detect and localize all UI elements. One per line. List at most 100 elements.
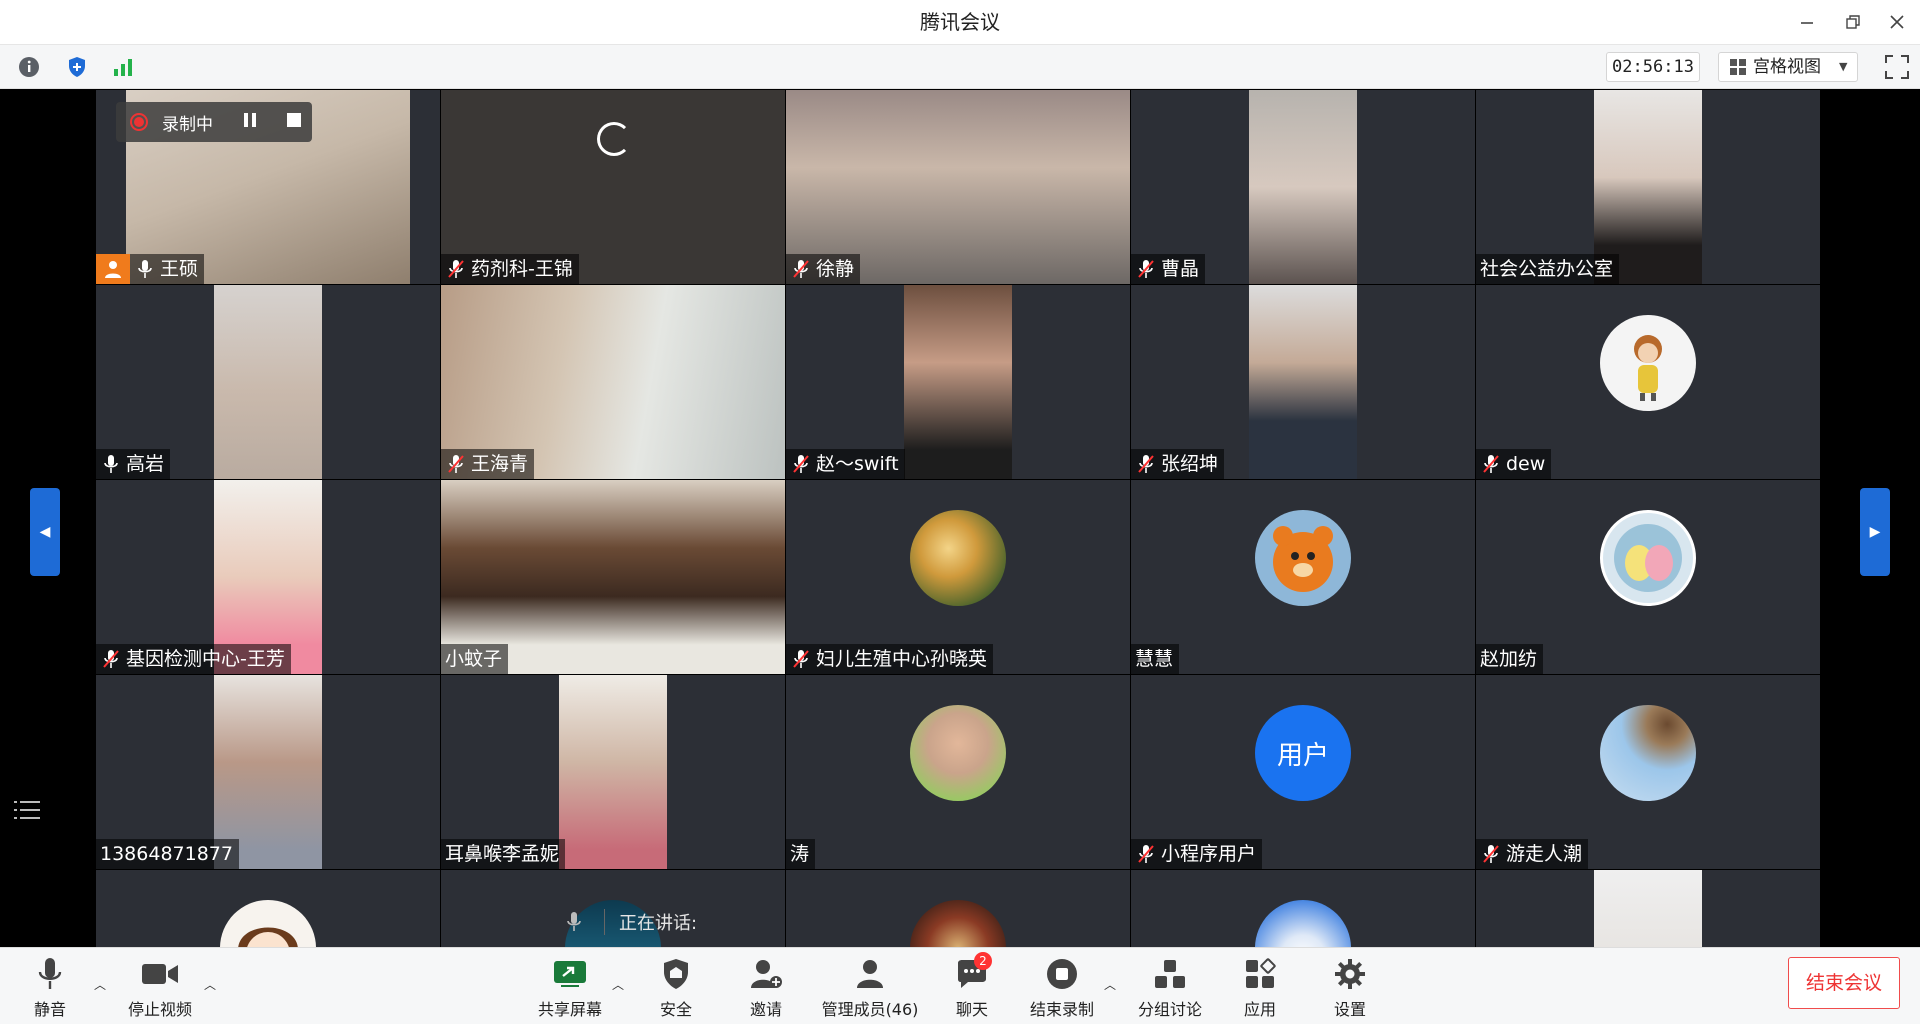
participant-name: 慧慧 [1135,648,1174,670]
participant-namebar: 王硕 [96,254,205,284]
participant-avatar [910,510,1006,606]
participant-namebar: 王海青 [441,449,535,479]
video-tile[interactable]: 张绍坤 [1131,285,1475,479]
video-tile[interactable]: 用户 小程序用户 [1131,675,1475,869]
participant-namebar: 张绍坤 [1131,449,1225,479]
end-recording-button[interactable]: 结束录制 [1026,948,1098,1024]
video-tile[interactable]: 小蚊子 [441,480,785,674]
video-tile[interactable]: 药剂科-王锦 [441,90,785,284]
apps-label: 应用 [1243,1000,1276,1019]
chat-icon: 2 [952,952,992,992]
avatar-text: 用户 [1276,740,1329,771]
restore-icon[interactable] [1838,8,1868,36]
video-tile[interactable]: 高岩 [96,285,440,479]
stop-video-label: 停止视频 [127,1000,192,1019]
participant-name: 曹晶 [1161,258,1200,280]
stop-video-button[interactable]: 停止视频 [124,948,196,1024]
participant-avatar [1600,315,1696,411]
participant-name: dew [1506,453,1546,475]
chevron-up-icon[interactable]: ︿ [94,976,110,992]
microphone-muted-icon [1135,452,1157,476]
stop-icon[interactable] [285,111,303,134]
invite-button[interactable]: 邀请 [738,948,794,1024]
list-icon[interactable] [14,798,40,822]
microphone-muted-icon [100,647,122,671]
video-tile[interactable]: 涛 [786,675,1130,869]
video-tile[interactable]: 王海青 [441,285,785,479]
participant-namebar: 赵～swift [786,449,905,479]
participant-video [1594,870,1702,947]
participant-namebar: 游走人潮 [1476,839,1589,869]
chat-badge: 2 [974,952,992,970]
chevron-up-icon[interactable]: ︿ [204,976,220,992]
signal-bars-icon[interactable] [110,54,136,80]
meeting-toolbar: 02:56:13 宫格视图 ▼ [0,45,1920,89]
participant-namebar: 徐静 [786,254,861,284]
shield-icon [656,956,696,992]
video-tile[interactable]: 游走人潮 [1476,675,1820,869]
share-screen-icon [550,956,590,992]
meeting-window: 腾讯会议 02:56:13 宫格视图 ▼ 王硕 药剂科-王锦 徐静 曹晶 社会公… [0,0,1920,1024]
microphone-muted-icon [790,647,812,671]
video-tile[interactable]: 慧慧 [1131,480,1475,674]
view-mode-dropdown[interactable]: 宫格视图 ▼ [1718,52,1858,82]
chevron-down-icon: ▼ [1839,60,1848,73]
video-tile[interactable] [96,870,440,947]
participant-namebar: 小程序用户 [1131,839,1263,869]
participant-name: 高岩 [126,453,165,475]
chat-button[interactable]: 2 聊天 [944,948,1000,1024]
video-tile[interactable] [786,870,1130,947]
share-screen-button[interactable]: 共享屏幕 [530,948,610,1024]
settings-button[interactable]: 设置 [1322,948,1378,1024]
microphone-muted-icon [1480,842,1502,866]
prev-page-button[interactable]: ◀ [30,488,60,576]
video-tile[interactable]: 曹晶 [1131,90,1475,284]
participant-video [1249,285,1357,479]
video-tile[interactable]: dew [1476,285,1820,479]
participant-namebar: 慧慧 [1131,644,1180,674]
video-tile[interactable]: 社会公益办公室 [1476,90,1820,284]
video-camera-icon [140,956,180,992]
next-page-button[interactable]: ▶ [1860,488,1890,576]
breakout-rooms-button[interactable]: 分组讨论 [1134,948,1206,1024]
video-tile[interactable] [1476,870,1820,947]
video-grid: 王硕 药剂科-王锦 徐静 曹晶 社会公益办公室 高岩 王海青 赵～swift 张… [96,90,1824,947]
microphone-icon [567,912,581,931]
chevron-up-icon[interactable]: ︿ [1104,976,1120,992]
manage-members-button[interactable]: 管理成员(46) [816,948,924,1024]
info-icon[interactable] [16,54,42,80]
video-tile[interactable]: 基因检测中心-王芳 [96,480,440,674]
participant-video [904,285,1012,479]
shield-plus-icon[interactable] [64,54,90,80]
close-icon[interactable] [1882,8,1912,36]
microphone-muted-icon [445,452,467,476]
participant-namebar: 耳鼻喉李孟妮 [441,839,566,869]
participant-avatar: 用户 [1255,705,1351,801]
chevron-up-icon[interactable]: ︿ [612,976,628,992]
microphone-icon [100,452,122,476]
grid-view-icon [1730,59,1746,75]
video-tile[interactable]: 赵加纺 [1476,480,1820,674]
chevron-left-icon: ◀ [39,524,51,540]
video-tile[interactable] [1131,870,1475,947]
video-tile[interactable]: 妇儿生殖中心孙晓英 [786,480,1130,674]
participant-namebar: 高岩 [96,449,171,479]
view-mode-label: 宫格视图 [1753,57,1821,77]
video-tile[interactable]: 赵～swift [786,285,1130,479]
security-button[interactable]: 安全 [648,948,704,1024]
apps-button[interactable]: 应用 [1232,948,1288,1024]
speaking-label: 正在讲话: [619,913,698,934]
end-meeting-button[interactable]: 结束会议 [1788,957,1900,1009]
participant-name: 徐静 [816,258,855,280]
participant-namebar: 社会公益办公室 [1476,254,1620,284]
security-label: 安全 [659,1000,692,1019]
pause-icon[interactable] [241,111,259,134]
mute-button[interactable]: 静音 [22,948,78,1024]
title-bar: 腾讯会议 [0,0,1920,45]
video-tile[interactable]: 徐静 [786,90,1130,284]
video-tile[interactable]: 13864871877 [96,675,440,869]
minimize-icon[interactable] [1792,8,1822,36]
video-tile[interactable]: 耳鼻喉李孟妮 [441,675,785,869]
fullscreen-icon[interactable] [1884,54,1910,80]
participant-namebar: 13864871877 [96,839,239,869]
